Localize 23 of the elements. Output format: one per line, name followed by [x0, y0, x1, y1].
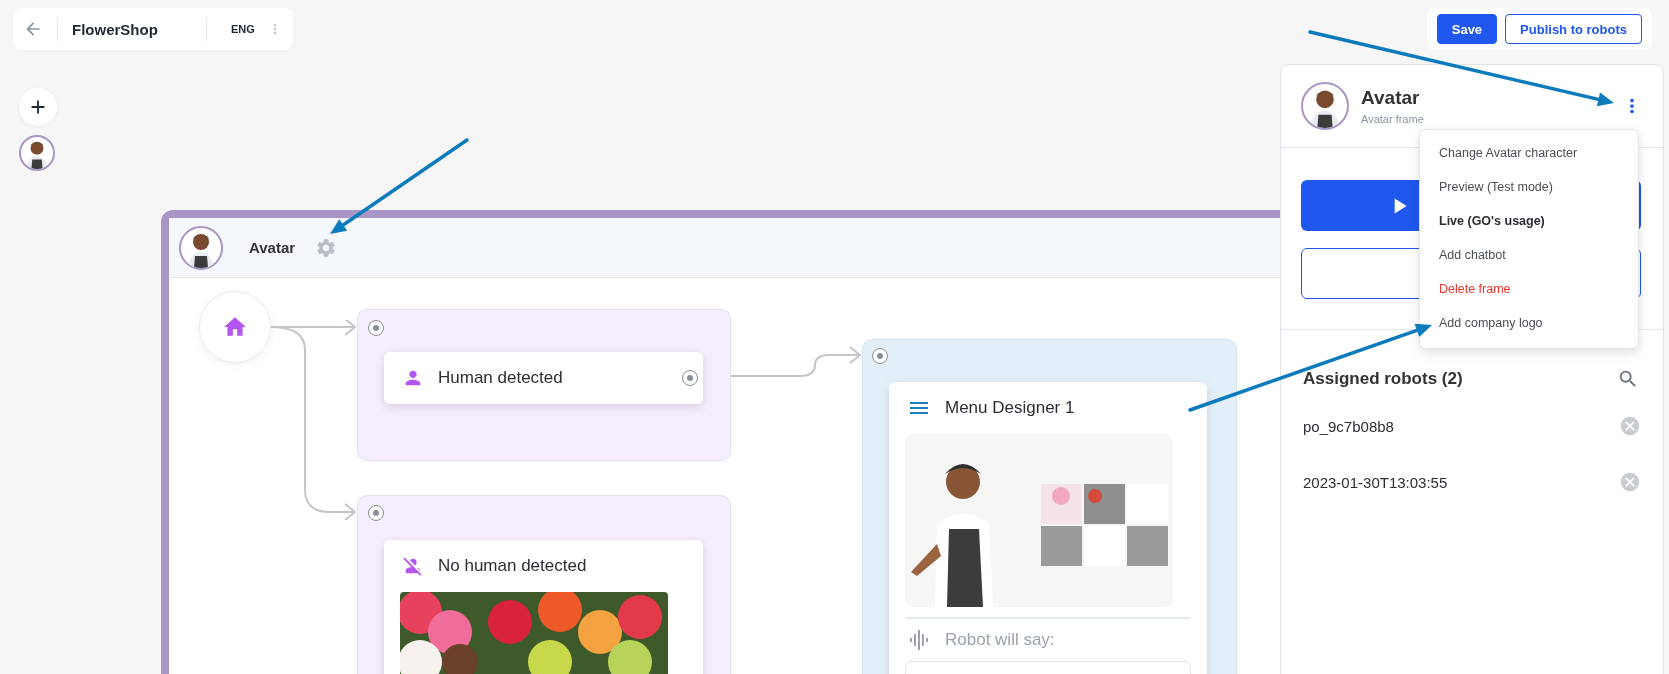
- node-card[interactable]: Human detected: [384, 352, 703, 404]
- menu-item[interactable]: Delete frame: [1420, 272, 1638, 306]
- robot-name: po_9c7b08b8: [1303, 417, 1394, 435]
- node-card[interactable]: No human detected: [384, 540, 703, 674]
- node-title: No human detected: [438, 556, 587, 576]
- section-title: Assigned robots (2): [1303, 369, 1463, 389]
- node-title: Human detected: [438, 368, 563, 388]
- menu-item[interactable]: Preview (Test mode): [1420, 170, 1638, 204]
- frame-title: Avatar: [249, 239, 296, 256]
- panel-subtitle: Avatar frame: [1361, 113, 1425, 125]
- menu-item[interactable]: Add company logo: [1420, 306, 1638, 340]
- robot-name: 2023-01-30T13:03:55: [1303, 473, 1448, 491]
- node-card[interactable]: Menu Designer 1 Robot will say:: [889, 382, 1207, 674]
- menu-item[interactable]: Add chatbot: [1420, 238, 1638, 272]
- project-title: FlowerShop: [72, 20, 159, 38]
- panel-title: Avatar: [1361, 87, 1421, 109]
- node-title: Menu Designer 1: [945, 398, 1075, 418]
- speech-label: Robot will say:: [945, 630, 1055, 650]
- menu-item[interactable]: Change Avatar character: [1420, 136, 1638, 170]
- menu-item[interactable]: Live (GO's usage): [1420, 204, 1638, 238]
- publish-button[interactable]: Publish to robots: [1505, 14, 1642, 44]
- language-label[interactable]: ENG: [231, 23, 255, 35]
- save-button[interactable]: Save: [1436, 14, 1498, 44]
